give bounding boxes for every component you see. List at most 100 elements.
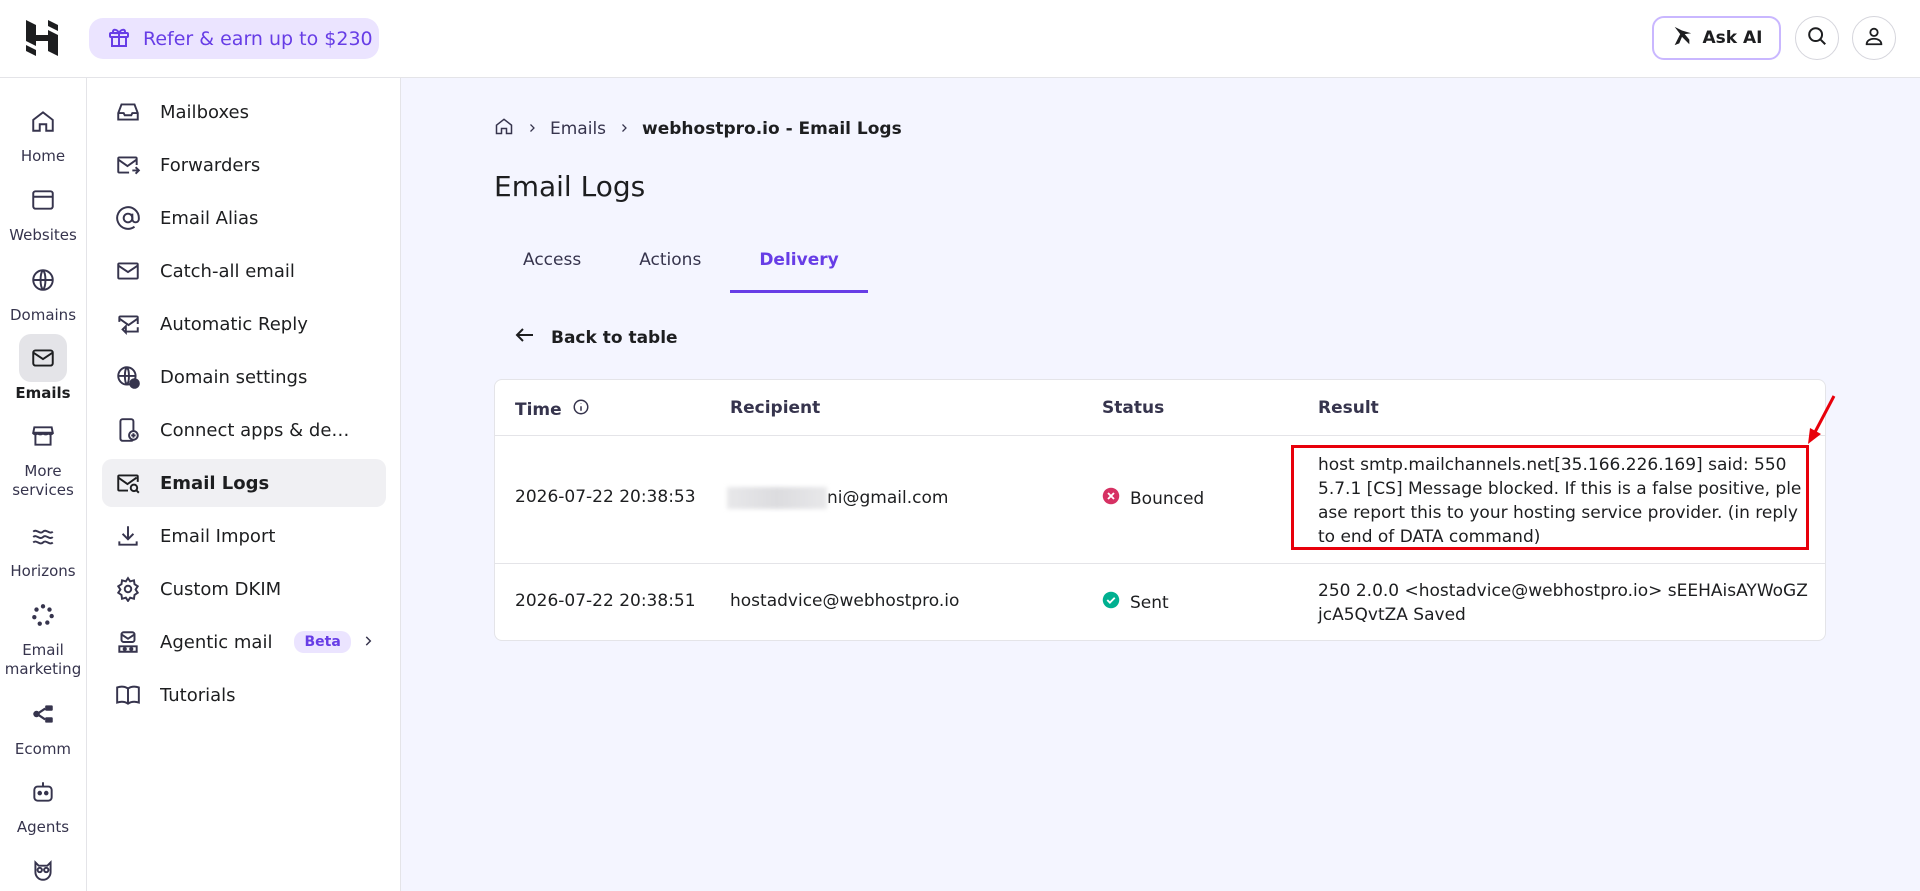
beta-badge: Beta — [294, 631, 351, 653]
sparkle-icon — [1671, 25, 1693, 52]
subnav-item-custom-dkim[interactable]: Custom DKIM — [102, 565, 386, 613]
agent-mail-icon — [114, 628, 142, 656]
subnav-label: Connect apps & devic... — [160, 419, 360, 441]
column-header-time: Time — [515, 398, 590, 421]
gear-icon — [114, 575, 142, 603]
subnav-item-tutorials[interactable]: Tutorials — [102, 671, 386, 719]
mail-icon — [114, 257, 142, 285]
subnav-item-catch-all[interactable]: Catch-all email — [102, 247, 386, 295]
page-title: Email Logs — [494, 170, 646, 203]
device-icon — [114, 416, 142, 444]
subnav-item-mailboxes[interactable]: Mailboxes — [102, 88, 386, 136]
column-header-recipient: Recipient — [730, 398, 821, 418]
tab-delivery[interactable]: Delivery — [730, 238, 868, 293]
subnav-label: Email Logs — [160, 472, 270, 494]
search-icon — [1806, 25, 1828, 51]
table-row: 2026-07-22 20:38:53 ni@gmail.com Bounced… — [495, 436, 1825, 564]
recipient-value: ni@gmail.com — [827, 488, 949, 508]
back-to-table-button[interactable]: Back to table — [513, 323, 678, 352]
annotation-arrow-icon — [1806, 394, 1836, 450]
subnav-label: Forwarders — [160, 154, 261, 176]
column-header-result: Result — [1318, 398, 1379, 418]
rail-item-owl[interactable] — [0, 846, 86, 891]
rail-item-agents[interactable]: Agents — [0, 768, 86, 837]
rail-item-ecomm[interactable]: Ecomm — [0, 690, 86, 759]
mail-search-icon — [114, 469, 142, 497]
result-cell: host smtp.mailchannels.net[35.166.226.16… — [1318, 455, 1802, 547]
subnav-item-domain-settings[interactable]: Domain settings — [102, 353, 386, 401]
subnav-item-email-alias[interactable]: Email Alias — [102, 194, 386, 242]
back-label: Back to table — [551, 327, 678, 348]
breadcrumb-emails-link[interactable]: Emails — [550, 119, 606, 139]
globe-icon — [19, 256, 67, 304]
result-cell: 250 2.0.0 <hostadvice@webhostpro.io> sEE… — [1318, 581, 1808, 625]
email-sub-nav: Mailboxes Forwarders Email Alias Catch-a… — [87, 78, 401, 891]
rail-item-more-services[interactable]: More services — [0, 412, 86, 500]
tab-actions[interactable]: Actions — [610, 238, 730, 293]
share-icon — [19, 690, 67, 738]
mail-icon — [19, 334, 67, 382]
home-icon[interactable] — [494, 116, 514, 141]
subnav-label: Custom DKIM — [160, 578, 282, 600]
table-row: 2026-07-22 20:38:51 hostadvice@webhostpr… — [495, 564, 1825, 640]
rail-label: Agents — [16, 818, 70, 836]
breadcrumb-current: webhostpro.io - Email Logs — [642, 118, 902, 139]
time-cell: 2026-07-22 20:38:51 — [515, 591, 696, 611]
table-header: Time Recipient Status Result — [495, 380, 1825, 436]
mail-forward-icon — [114, 151, 142, 179]
rail-label: More services — [12, 462, 74, 499]
owl-icon — [19, 846, 67, 891]
gift-icon — [107, 25, 131, 53]
search-button[interactable] — [1795, 16, 1839, 60]
subnav-item-automatic-reply[interactable]: Automatic Reply — [102, 300, 386, 348]
subnav-label: Domain settings — [160, 366, 308, 388]
recipient-cell: hostadvice@webhostpro.io — [730, 591, 960, 611]
redacted-text — [727, 487, 827, 509]
browser-icon — [19, 176, 67, 224]
account-button[interactable] — [1852, 16, 1896, 60]
subnav-label: Tutorials — [160, 684, 236, 706]
breadcrumb: Emails webhostpro.io - Email Logs — [494, 116, 902, 141]
rail-item-emails[interactable]: Emails — [0, 334, 86, 403]
rail-label: Ecomm — [14, 740, 72, 758]
main-content: Emails webhostpro.io - Email Logs Email … — [401, 78, 1920, 891]
main-nav-rail: Home Websites Domains Emails More servic… — [0, 78, 87, 891]
refer-earn-button[interactable]: Refer & earn up to $230 — [89, 18, 379, 59]
info-icon[interactable] — [572, 398, 590, 421]
log-tabs: Access Actions Delivery — [494, 238, 868, 293]
rail-label: Horizons — [10, 562, 76, 580]
rail-item-domains[interactable]: Domains — [0, 256, 86, 325]
status-badge: Bounced — [1130, 488, 1205, 509]
column-header-status: Status — [1102, 398, 1165, 418]
subnav-item-agentic-mail[interactable]: Agentic mail Beta — [102, 618, 386, 666]
rail-item-email-marketing[interactable]: Email marketing — [0, 591, 86, 679]
recipient-cell: ni@gmail.com — [727, 487, 948, 509]
tab-access[interactable]: Access — [494, 238, 610, 293]
rail-item-websites[interactable]: Websites — [0, 176, 86, 245]
subnav-item-email-logs[interactable]: Email Logs — [102, 459, 386, 507]
rail-label: Websites — [9, 226, 77, 244]
subnav-item-email-import[interactable]: Email Import — [102, 512, 386, 560]
subnav-item-connect-apps[interactable]: Connect apps & devic... — [102, 406, 386, 454]
rail-label: Domains — [9, 306, 77, 324]
inbox-icon — [114, 98, 142, 126]
time-cell: 2026-07-22 20:38:53 — [515, 487, 696, 507]
subnav-label: Catch-all email — [160, 260, 295, 282]
subnav-label: Mailboxes — [160, 101, 249, 123]
subnav-item-forwarders[interactable]: Forwarders — [102, 141, 386, 189]
ask-ai-button[interactable]: Ask AI — [1652, 16, 1781, 60]
robot-icon — [19, 768, 67, 816]
ask-ai-label: Ask AI — [1702, 28, 1763, 48]
rail-item-home[interactable]: Home — [0, 97, 86, 166]
arrow-left-icon — [513, 323, 537, 352]
globe-settings-icon — [114, 363, 142, 391]
hostinger-logo[interactable] — [24, 18, 60, 58]
status-cell: Bounced — [1102, 487, 1204, 510]
chevron-right-icon — [526, 119, 538, 139]
refer-label: Refer & earn up to $230 — [143, 27, 373, 50]
rail-item-horizons[interactable]: Horizons — [0, 512, 86, 581]
subnav-label: Automatic Reply — [160, 313, 308, 335]
rail-label: Email marketing — [4, 641, 82, 678]
status-badge: Sent — [1130, 592, 1169, 613]
delivery-table: Time Recipient Status Result 2026-07-22 … — [494, 379, 1826, 641]
